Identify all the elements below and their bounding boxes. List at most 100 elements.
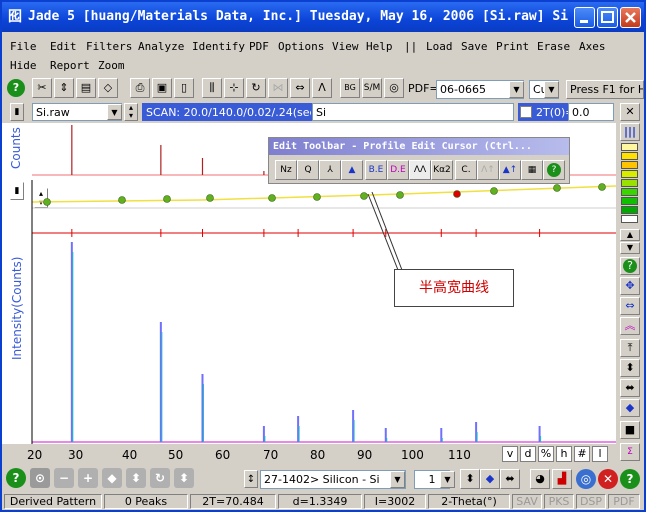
menu-view[interactable]: View [332, 40, 359, 53]
cancel-icon[interactable]: ✕ [598, 469, 618, 489]
file-spinner[interactable]: ▴ ▾ [124, 103, 138, 121]
color-swatch[interactable] [621, 197, 638, 205]
magnify-icon[interactable]: Q [297, 160, 319, 180]
left-right-scale-icon[interactable]: ⬌ [620, 379, 640, 397]
stop-icon[interactable]: ■ [620, 421, 640, 439]
menu-axes[interactable]: Axes [579, 40, 606, 53]
app-icon[interactable]: 囮 [8, 9, 24, 25]
up-down-icon[interactable]: ⬍ [126, 468, 146, 488]
two-theta-input[interactable]: 0.0 [568, 103, 614, 121]
color-swatch[interactable] [621, 215, 638, 223]
peak-bars-icon[interactable]: ⫼ [202, 78, 222, 98]
target-dropdown-arrow[interactable]: ▼ [544, 81, 559, 98]
menu-filters[interactable]: Filters [86, 40, 132, 53]
open-file-icon[interactable]: ▤ [76, 78, 96, 98]
close-button[interactable] [620, 7, 641, 28]
menu-pdf[interactable]: PDF [249, 40, 269, 53]
peak-shift-icon[interactable]: ᐱ↑ [477, 160, 499, 180]
minus-icon[interactable]: − [54, 468, 74, 488]
menu-edit[interactable]: Edit [50, 40, 77, 53]
chevron-up-icon[interactable]: ︽ [620, 317, 640, 335]
color-swatch[interactable] [621, 206, 638, 214]
menu-load[interactable]: Load [426, 40, 453, 53]
phase-select[interactable]: 27-1402> Silicon - Si [260, 470, 406, 489]
bar-toggle-icon[interactable]: ||| [620, 123, 640, 141]
pattern-chart[interactable] [2, 180, 616, 444]
help-side-button[interactable]: ? [620, 257, 640, 275]
menu-save[interactable]: Save [461, 40, 488, 53]
refresh-icon[interactable]: ↻ [246, 78, 266, 98]
sample-name-input[interactable]: Si [312, 103, 514, 121]
menu-options[interactable]: Options [278, 40, 324, 53]
color-swatch[interactable] [621, 161, 638, 169]
scroll-down-button[interactable]: ▼ [620, 242, 640, 254]
menu-zoom[interactable]: Zoom [98, 59, 125, 72]
clipboard-icon[interactable]: ▯ [174, 78, 194, 98]
globe-icon[interactable]: ◎ [576, 469, 596, 489]
peak-fill-icon[interactable]: ▲ [341, 160, 363, 180]
move-top-icon[interactable]: ⤒ [620, 339, 640, 357]
save-icon[interactable]: ▣ [152, 78, 172, 98]
tab-h[interactable]: h [556, 446, 572, 462]
minimize-button[interactable] [574, 7, 595, 28]
peak-pattern-icon[interactable]: ⊹ [224, 78, 244, 98]
color-swatch[interactable] [621, 143, 638, 151]
menu-hide[interactable]: Hide [10, 59, 37, 72]
settings-icon[interactable]: ⊙ [30, 468, 50, 488]
tab-hash[interactable]: # [574, 446, 590, 462]
refresh-icon[interactable]: ↻ [150, 468, 170, 488]
background-edit-icon[interactable]: B.E [365, 160, 387, 180]
shift-horizontal-icon[interactable]: ✥ [620, 277, 640, 295]
menu-help[interactable]: Help [366, 40, 393, 53]
tab-percent[interactable]: % [538, 446, 554, 462]
maximize-button[interactable] [597, 7, 618, 28]
edit-toolbar-window[interactable]: Edit Toolbar - Profile Edit Cursor (Ctrl… [268, 137, 570, 184]
help-icon[interactable]: ? [620, 469, 640, 489]
scissors-icon[interactable]: ✂ [32, 78, 52, 98]
menu-identify[interactable]: Identify [192, 40, 245, 53]
scroll-up-button[interactable]: ▲ [620, 229, 640, 241]
disabled-peak-icon[interactable]: ⋈ [268, 78, 288, 98]
menu-analyze[interactable]: Analyze [138, 40, 184, 53]
scale-up-icon[interactable]: ⬍ [460, 469, 480, 489]
color-swatch[interactable] [621, 179, 638, 187]
profile-fit-icon[interactable]: ᐱ [312, 78, 332, 98]
menu-print[interactable]: Print [496, 40, 529, 53]
close-pane-button[interactable]: ✕ [620, 103, 640, 121]
expand-horizontal-icon[interactable]: ⇔ [620, 297, 640, 315]
phase-scale-icon[interactable]: ↕ [244, 470, 258, 488]
cursor-zoom-icon[interactable]: Nz [275, 160, 297, 180]
smooth-icon[interactable]: S/M [362, 78, 382, 98]
two-theta-checkbox[interactable] [520, 106, 532, 118]
menu-erase[interactable]: Erase [537, 40, 570, 53]
phase-dropdown-arrow[interactable]: ▼ [390, 471, 405, 488]
grid-icon[interactable]: ▦ [521, 160, 543, 180]
shift-icon[interactable]: ◆ [620, 399, 640, 417]
help-icon[interactable]: ? [6, 468, 26, 488]
globe-icon[interactable]: ◎ [384, 78, 404, 98]
file-dropdown-arrow[interactable]: ▼ [107, 104, 122, 120]
delete-edit-icon[interactable]: D.E [387, 160, 409, 180]
sigma-icon[interactable]: Σ [620, 443, 640, 461]
panel-toggle-icon[interactable]: ▮ [10, 103, 24, 121]
eraser-icon[interactable]: ◇ [98, 78, 118, 98]
pdf-dropdown-arrow[interactable]: ▼ [509, 81, 524, 98]
k-alpha2-icon[interactable]: Kα2 [431, 160, 453, 180]
print-icon[interactable]: ⎙ [130, 78, 150, 98]
help-icon[interactable]: ? [6, 78, 26, 98]
background-icon[interactable]: BG [340, 78, 360, 98]
up-down-scale-icon[interactable]: ⬍ [174, 468, 194, 488]
tab-v[interactable]: v [502, 446, 518, 462]
clear-icon[interactable]: C. [455, 160, 477, 180]
color-swatch[interactable] [621, 152, 638, 160]
bar-chart-icon[interactable]: ▟ [552, 469, 572, 489]
color-swatch[interactable] [621, 188, 638, 196]
plus-icon[interactable]: + [78, 468, 98, 488]
up-down-icon[interactable]: ⇕ [54, 78, 74, 98]
profile-fit-icon[interactable]: ᐱᐱ [409, 160, 431, 180]
tab-l[interactable]: l [592, 446, 608, 462]
shift-left-right-icon[interactable]: ◆ [480, 469, 500, 489]
expand-icon[interactable]: ⬌ [500, 469, 520, 489]
peak-mark-icon[interactable]: ⅄ [319, 160, 341, 180]
tab-d[interactable]: d [520, 446, 536, 462]
